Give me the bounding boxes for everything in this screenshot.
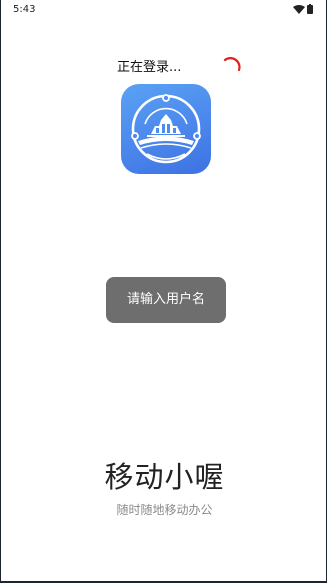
wifi-icon	[293, 5, 305, 14]
app-slogan: 随时随地移动办公	[116, 503, 213, 517]
login-status-text: 正在登录...	[117, 60, 182, 75]
loading-spinner-icon	[223, 57, 241, 72]
battery-icon	[307, 4, 313, 14]
app-brand-name: 移动小喔	[104, 460, 225, 494]
toast-text: 请输入用户名	[126, 292, 205, 307]
app-logo-icon	[121, 84, 211, 174]
status-time: 5:43	[13, 4, 36, 15]
toast-message: 请输入用户名	[106, 277, 226, 323]
status-bar: 5:43	[1, 0, 326, 22]
app-screen: 5:43 正在登录... 请输入用户名 移动小喔 随时随地移动办公	[0, 0, 327, 583]
